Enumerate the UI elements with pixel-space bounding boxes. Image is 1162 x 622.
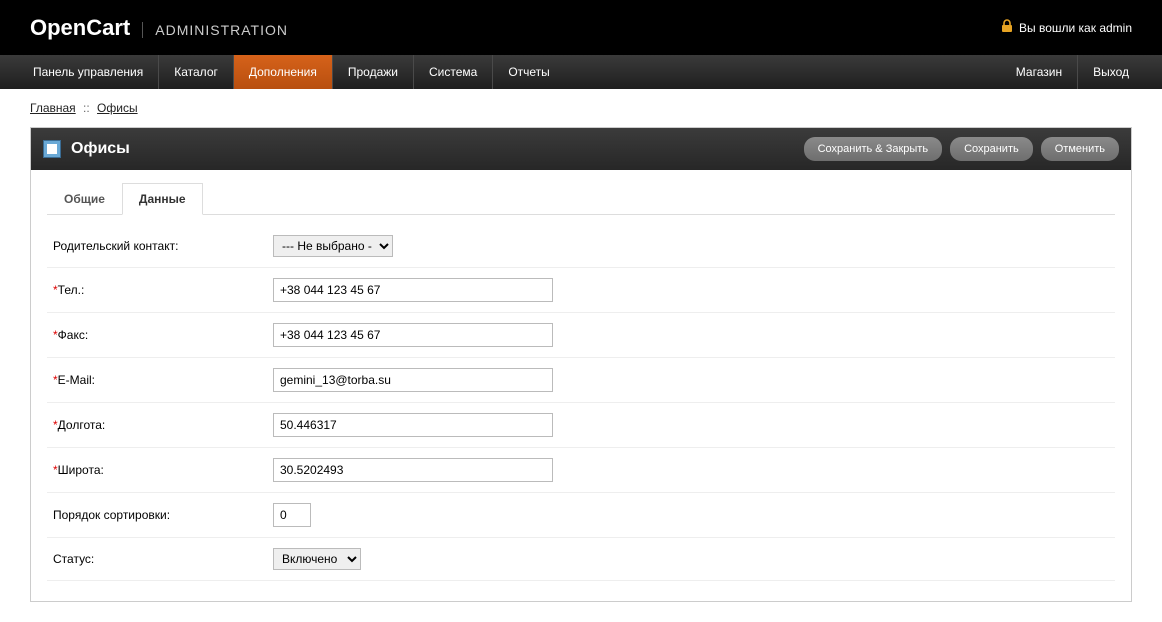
row-tel: *Тел.: xyxy=(47,268,1115,313)
menu-right: Магазин Выход xyxy=(1001,55,1144,89)
input-fax[interactable] xyxy=(273,323,553,347)
input-email[interactable] xyxy=(273,368,553,392)
breadcrumb-sep: :: xyxy=(83,101,90,115)
menu-item-logout[interactable]: Выход xyxy=(1078,55,1144,89)
row-lon: *Долгота: xyxy=(47,403,1115,448)
login-text: Вы вошли как admin xyxy=(1019,21,1132,35)
save-close-button[interactable]: Сохранить & Закрыть xyxy=(804,137,942,161)
label-sort: Порядок сортировки: xyxy=(47,493,267,538)
label-status: Статус: xyxy=(47,538,267,581)
form-table: Родительский контакт: --- Не выбрано ---… xyxy=(47,225,1115,581)
row-status: Статус: Включено xyxy=(47,538,1115,581)
logo-sub: ADMINISTRATION xyxy=(142,22,288,38)
lock-icon xyxy=(1001,19,1013,36)
logo-area: OpenCart ADMINISTRATION xyxy=(30,15,288,41)
select-status[interactable]: Включено xyxy=(273,548,361,570)
label-parent: Родительский контакт: xyxy=(47,225,267,268)
cancel-button[interactable]: Отменить xyxy=(1041,137,1119,161)
label-email: *E-Mail: xyxy=(47,358,267,403)
row-email: *E-Mail: xyxy=(47,358,1115,403)
panel-body: Общие Данные Родительский контакт: --- Н… xyxy=(31,170,1131,601)
breadcrumb: Главная :: Офисы xyxy=(0,89,1162,127)
menu-item-sales[interactable]: Продажи xyxy=(333,55,414,89)
panel-actions: Сохранить & Закрыть Сохранить Отменить xyxy=(804,137,1119,161)
row-lat: *Широта: xyxy=(47,448,1115,493)
breadcrumb-home[interactable]: Главная xyxy=(30,101,76,115)
menu-item-dashboard[interactable]: Панель управления xyxy=(18,55,159,89)
tab-data[interactable]: Данные xyxy=(122,183,203,215)
row-parent: Родительский контакт: --- Не выбрано --- xyxy=(47,225,1115,268)
select-parent[interactable]: --- Не выбрано --- xyxy=(273,235,393,257)
logo-main: OpenCart xyxy=(30,15,130,41)
row-sort: Порядок сортировки: xyxy=(47,493,1115,538)
panel-header: Офисы Сохранить & Закрыть Сохранить Отме… xyxy=(31,128,1131,170)
input-tel[interactable] xyxy=(273,278,553,302)
input-lon[interactable] xyxy=(273,413,553,437)
breadcrumb-current[interactable]: Офисы xyxy=(97,101,138,115)
menu-item-catalog[interactable]: Каталог xyxy=(159,55,234,89)
module-icon xyxy=(43,140,61,158)
tabs: Общие Данные xyxy=(47,182,1115,215)
tab-general[interactable]: Общие xyxy=(47,183,122,215)
menu-item-extensions[interactable]: Дополнения xyxy=(234,55,333,89)
label-lat: *Широта: xyxy=(47,448,267,493)
top-bar: OpenCart ADMINISTRATION Вы вошли как adm… xyxy=(0,0,1162,55)
label-fax: *Факс: xyxy=(47,313,267,358)
save-button[interactable]: Сохранить xyxy=(950,137,1033,161)
login-info: Вы вошли как admin xyxy=(1001,19,1132,36)
menu-item-reports[interactable]: Отчеты xyxy=(493,55,564,89)
menu-item-store[interactable]: Магазин xyxy=(1001,55,1078,89)
panel: Офисы Сохранить & Закрыть Сохранить Отме… xyxy=(30,127,1132,602)
label-lon: *Долгота: xyxy=(47,403,267,448)
menu-bar: Панель управления Каталог Дополнения Про… xyxy=(0,55,1162,89)
input-sort[interactable] xyxy=(273,503,311,527)
panel-title: Офисы xyxy=(71,140,130,158)
panel-title-wrap: Офисы xyxy=(43,140,130,158)
row-fax: *Факс: xyxy=(47,313,1115,358)
input-lat[interactable] xyxy=(273,458,553,482)
label-tel: *Тел.: xyxy=(47,268,267,313)
menu-item-system[interactable]: Система xyxy=(414,55,493,89)
menu-left: Панель управления Каталог Дополнения Про… xyxy=(18,55,565,89)
